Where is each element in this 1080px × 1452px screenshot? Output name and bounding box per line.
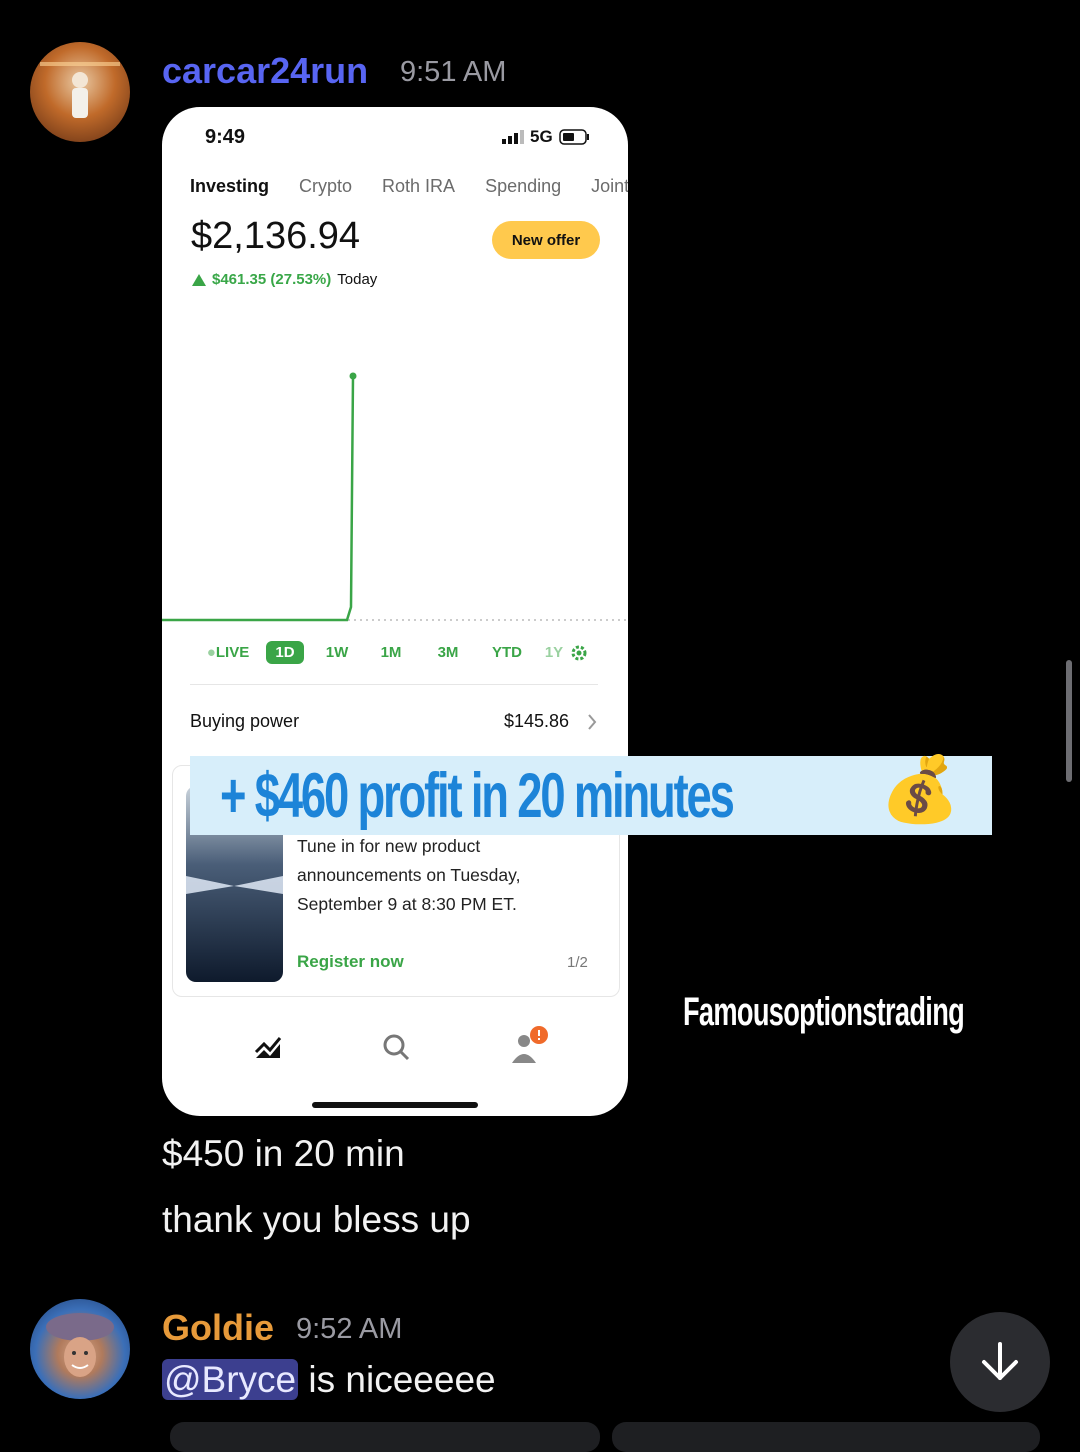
new-offer-button[interactable]: New offer bbox=[492, 221, 600, 259]
user-mention[interactable]: @Bryce bbox=[162, 1359, 299, 1400]
portfolio-chart bbox=[162, 372, 628, 622]
range-live[interactable]: ● LIVE bbox=[198, 644, 258, 664]
promo-text: Tune in for new product announcements on… bbox=[297, 836, 521, 914]
network-label: 5G bbox=[530, 127, 553, 146]
next-attachment-preview[interactable] bbox=[170, 1422, 600, 1452]
chevron-right-icon[interactable] bbox=[586, 713, 598, 731]
up-triangle-icon bbox=[192, 273, 206, 286]
message-timestamp: 9:51 AM bbox=[400, 56, 507, 88]
range-1m[interactable]: 1M bbox=[362, 644, 420, 664]
message-line: $450 in 20 min bbox=[162, 1133, 405, 1174]
banner-text: + $460 profit in 20 minutes bbox=[220, 760, 735, 831]
home-indicator bbox=[312, 1102, 478, 1108]
change-period: Today bbox=[337, 271, 378, 288]
scrollbar[interactable] bbox=[1066, 660, 1072, 782]
image-attachment[interactable]: 9:49 5G Investing Crypto Roth IRA Spendi… bbox=[162, 107, 628, 1116]
arrow-down-icon bbox=[982, 1342, 1018, 1380]
range-1y[interactable]: 1Y bbox=[538, 644, 570, 664]
avatar-image bbox=[46, 1313, 114, 1377]
change-value: $461.35 (27.53%) bbox=[212, 271, 332, 288]
chart-endpoint bbox=[349, 372, 357, 380]
avatar-image bbox=[40, 62, 120, 118]
message-username[interactable]: carcar24run bbox=[162, 50, 368, 92]
tab-crypto[interactable]: Crypto bbox=[299, 176, 352, 197]
user-avatar[interactable] bbox=[30, 42, 130, 142]
range-ytd[interactable]: YTD bbox=[476, 644, 538, 664]
battery-icon bbox=[558, 129, 589, 145]
daily-change: $461.35 (27.53%) Today bbox=[192, 271, 377, 288]
tab-joint[interactable]: Joint bbox=[591, 176, 628, 197]
tab-spending[interactable]: Spending bbox=[485, 176, 561, 197]
register-now-link[interactable]: Register now bbox=[297, 952, 404, 972]
message-text: is niceeeee bbox=[298, 1359, 496, 1400]
watermark: Famousoptionstrading bbox=[683, 990, 965, 1034]
range-3m[interactable]: 3M bbox=[420, 644, 476, 664]
next-attachment-preview[interactable] bbox=[612, 1422, 1040, 1452]
message-line: thank you bless up bbox=[162, 1199, 471, 1240]
section-divider bbox=[190, 684, 598, 685]
status-indicators: 5G bbox=[502, 127, 591, 147]
account-tabs: Investing Crypto Roth IRA Spending Joint bbox=[190, 176, 628, 197]
buying-power-label[interactable]: Buying power bbox=[190, 711, 299, 732]
message-timestamp: 9:52 AM bbox=[296, 1313, 403, 1345]
message-line: @Bryce is niceeeee bbox=[162, 1359, 496, 1401]
account-icon[interactable] bbox=[508, 1025, 552, 1065]
signal-icon bbox=[502, 130, 524, 144]
range-1d[interactable]: 1D bbox=[266, 641, 304, 664]
user-avatar[interactable] bbox=[30, 1299, 130, 1399]
range-selector: ● LIVE 1D 1W 1M 3M YTD 1Y bbox=[198, 641, 588, 664]
buying-power-value[interactable]: $145.86 bbox=[504, 711, 569, 732]
money-bag-icon: 💰 bbox=[880, 753, 960, 825]
search-icon[interactable] bbox=[381, 1032, 411, 1062]
chart-line bbox=[162, 375, 355, 622]
settings-gear-icon[interactable] bbox=[570, 644, 588, 662]
tab-investing[interactable]: Investing bbox=[190, 176, 269, 197]
card-pagination: 1/2 bbox=[567, 954, 588, 971]
portfolio-balance: $2,136.94 bbox=[191, 215, 361, 257]
jump-to-bottom-button[interactable] bbox=[950, 1312, 1050, 1412]
profit-banner: + $460 profit in 20 minutes bbox=[190, 756, 992, 835]
message-username[interactable]: Goldie bbox=[162, 1307, 274, 1349]
chart-nav-icon[interactable] bbox=[254, 1032, 282, 1060]
status-time: 9:49 bbox=[205, 126, 246, 148]
range-1w[interactable]: 1W bbox=[312, 644, 362, 664]
tab-roth-ira[interactable]: Roth IRA bbox=[382, 176, 455, 197]
